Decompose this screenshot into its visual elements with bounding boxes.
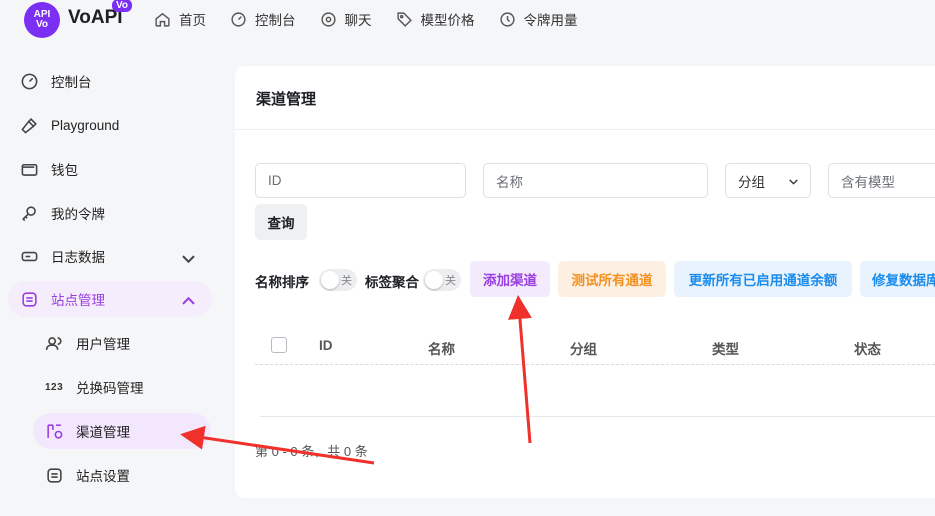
nav-chat-label: 聊天	[344, 13, 372, 28]
hammer-icon	[21, 117, 37, 134]
channel-management-card: 渠道管理 ID 名称 分组 含有模型 查询 名称排序 关 标签聚合 关 添加渠道…	[235, 66, 935, 498]
name-input[interactable]: 名称	[483, 163, 708, 198]
sidebar-item-admin[interactable]: 站点管理	[8, 281, 212, 317]
sidebar-item-label: 控制台	[51, 75, 92, 90]
sidebar-subitem-site-settings[interactable]: 站点设置	[33, 457, 211, 493]
sidebar-item-logs[interactable]: 日志数据	[8, 238, 212, 274]
toggle-knob	[425, 271, 443, 289]
column-header-type[interactable]: 类型	[712, 338, 739, 358]
group-select[interactable]: 分组	[725, 163, 811, 198]
sidebar-item-console[interactable]: 控制台	[8, 63, 212, 99]
toggle-knob	[321, 271, 339, 289]
logo-subtext: Vo	[35, 19, 49, 30]
sidebar-item-label: 兑换码管理	[76, 381, 144, 396]
toggle-state: 关	[445, 275, 456, 287]
sidebar-subitem-users[interactable]: 用户管理	[33, 325, 211, 361]
sidebar-item-playground[interactable]: Playground	[8, 107, 212, 143]
add-channel-button[interactable]: 添加渠道	[470, 261, 550, 297]
column-header-id[interactable]: ID	[319, 338, 333, 353]
home-icon	[155, 12, 170, 27]
group-select-label: 分组	[738, 174, 765, 190]
tag-aggregate-toggle[interactable]: 关	[423, 269, 461, 291]
name-input-placeholder: 名称	[496, 174, 523, 190]
nav-console-label: 控制台	[255, 13, 296, 28]
logo-mark: API Vo	[34, 10, 51, 30]
channel-icon	[47, 423, 63, 439]
key-icon	[22, 205, 36, 221]
nav-pricing-label: 模型价格	[420, 13, 475, 28]
model-input-placeholder: 含有模型	[841, 174, 895, 190]
wallet-icon	[21, 163, 38, 176]
toggle-state: 关	[341, 275, 352, 287]
nav-pricing[interactable]: 模型价格	[396, 9, 475, 29]
clock-icon	[499, 11, 515, 27]
sidebar-item-wallet[interactable]: 钱包	[8, 151, 212, 187]
sidebar-item-label: 渠道管理	[76, 425, 130, 440]
sidebar-item-label: 钱包	[51, 163, 78, 178]
top-bar: API Vo VoAPI Vo 首页 控制台 聊天 模型价格 令牌用量	[0, 0, 935, 40]
table-header-divider	[255, 364, 935, 365]
sidebar-item-label: 站点设置	[76, 469, 130, 484]
sidebar-item-label: 日志数据	[51, 250, 105, 265]
chevron-down-icon	[789, 179, 798, 185]
123-icon: 123	[45, 381, 64, 393]
logo[interactable]: API Vo	[24, 2, 60, 38]
nav-home[interactable]: 首页	[154, 9, 206, 29]
divider	[235, 129, 935, 130]
sort-by-name-toggle[interactable]: 关	[319, 269, 357, 291]
table-footer-divider	[260, 416, 935, 417]
nav-console[interactable]: 控制台	[230, 9, 296, 29]
nav-token-usage[interactable]: 令牌用量	[499, 9, 578, 29]
sidebar-item-label: 用户管理	[76, 337, 130, 352]
tag-aggregate-label: 标签聚合	[365, 275, 419, 290]
select-all-checkbox[interactable]	[271, 337, 287, 353]
admin-icon	[22, 291, 37, 307]
top-nav: 首页 控制台 聊天 模型价格 令牌用量	[154, 9, 578, 29]
sidebar-item-label: 我的令牌	[51, 207, 105, 222]
id-input[interactable]: ID	[255, 163, 466, 198]
chevron-up-icon	[182, 296, 195, 305]
id-input-placeholder: ID	[268, 173, 282, 188]
query-button[interactable]: 查询	[255, 204, 307, 240]
gauge-icon	[21, 73, 38, 89]
brand-badge: Vo	[112, 0, 133, 12]
sidebar-subitem-redeem[interactable]: 123 兑换码管理	[33, 369, 211, 405]
update-balance-button[interactable]: 更新所有已启用通道余额	[674, 261, 852, 297]
settings-icon	[47, 467, 62, 483]
repair-database-button[interactable]: 修复数据库	[860, 261, 935, 297]
test-all-channels-button[interactable]: 测试所有通道	[558, 261, 666, 297]
column-header-status[interactable]: 状态	[854, 338, 881, 358]
sidebar-item-label: Playground	[51, 117, 120, 133]
sidebar-subitem-channels[interactable]: 渠道管理	[33, 413, 211, 449]
pagination-summary: 第 0 - 0 条，共 0 条	[255, 444, 368, 459]
nav-token-usage-label: 令牌用量	[523, 13, 578, 28]
log-icon	[21, 251, 38, 261]
model-input[interactable]: 含有模型	[828, 163, 935, 198]
users-icon	[45, 336, 62, 350]
sidebar-item-tokens[interactable]: 我的令牌	[8, 195, 212, 231]
sidebar-item-label: 站点管理	[51, 293, 105, 308]
gauge-icon	[231, 11, 246, 27]
nav-chat[interactable]: 聊天	[320, 9, 372, 29]
chat-icon	[320, 11, 336, 27]
sort-by-name-label: 名称排序	[255, 275, 309, 290]
tag-icon	[396, 11, 412, 27]
page-title: 渠道管理	[256, 91, 317, 108]
chevron-down-icon	[182, 255, 195, 264]
column-header-name[interactable]: 名称	[428, 338, 455, 358]
column-header-group[interactable]: 分组	[570, 338, 597, 358]
nav-home-label: 首页	[179, 13, 206, 28]
